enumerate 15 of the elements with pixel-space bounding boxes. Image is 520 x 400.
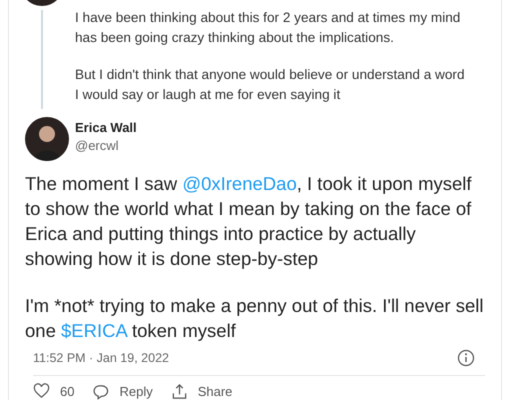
timestamp[interactable]: 11:52 PM · Jan 19, 2022 xyxy=(33,351,169,365)
tweet-text: I'm *not* trying to make a penny out of this. I'll never sell one $ERICA token myself xyxy=(25,294,484,343)
heart-icon[interactable] xyxy=(33,383,50,400)
reply-text: But I didn't think that anyone would believe or understand a word I would say or laugh at me for even saying it xyxy=(75,66,466,104)
share-button[interactable]: Share xyxy=(170,383,232,400)
share-icon[interactable] xyxy=(170,383,188,400)
speech-bubble-icon[interactable] xyxy=(92,383,110,400)
author-handle[interactable]: @ercwl xyxy=(75,137,137,155)
info-icon[interactable] xyxy=(457,349,475,367)
tweet-text: The moment I saw @0xIreneDao, I took it upon myself to show the world what I mean by taking on the face of Erica and putting things into practice by actually showing how it is done step-by-step xyxy=(25,172,473,271)
reply-button[interactable]: Reply xyxy=(92,383,153,400)
like-button[interactable]: 60 xyxy=(33,383,74,400)
avatar[interactable] xyxy=(25,117,69,161)
reply-text: I have been thinking about this for 2 years and at times my mind has been going crazy thinking about the implications. xyxy=(75,9,462,47)
author-name[interactable]: Erica Wall xyxy=(75,119,137,137)
